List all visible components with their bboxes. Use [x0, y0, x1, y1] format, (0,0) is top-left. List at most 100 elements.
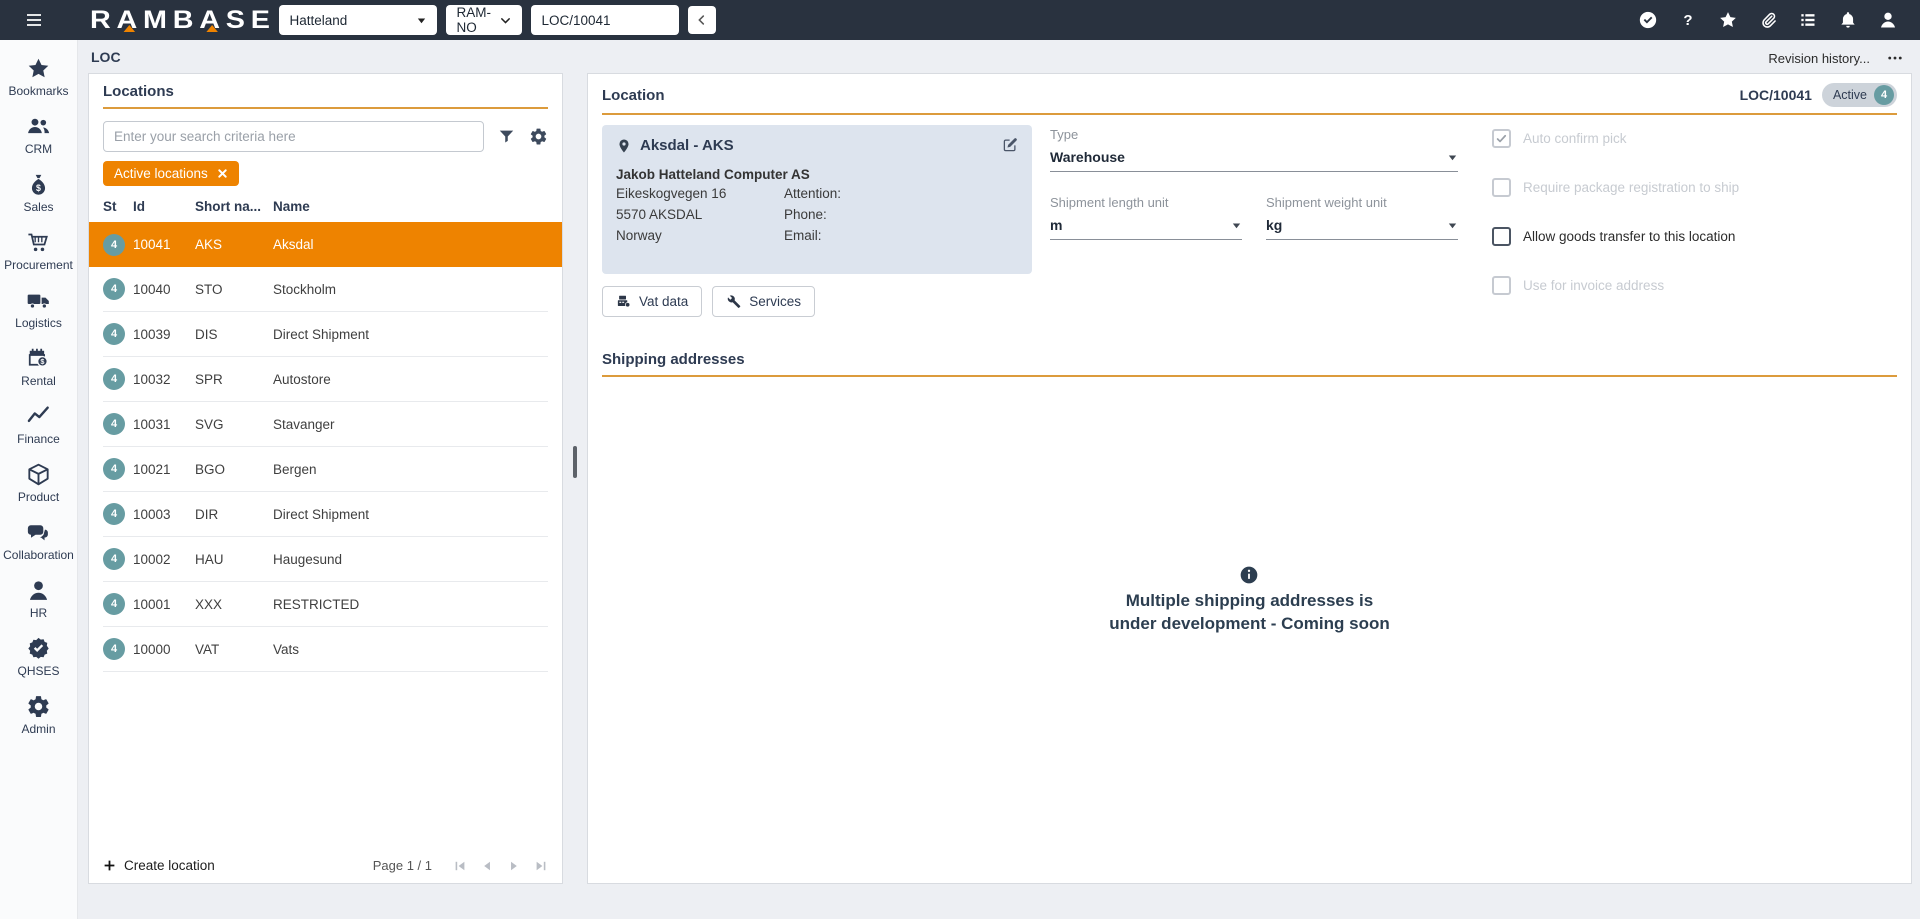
- location-row-10021[interactable]: 410021BGOBergen: [103, 447, 548, 492]
- sidebar-item-hr[interactable]: HR: [0, 572, 77, 627]
- checkbox-allow-goods-transfer-to-this-location[interactable]: Allow goods transfer to this location: [1492, 227, 1772, 246]
- chevron-left-icon: [695, 13, 709, 27]
- program-search-input[interactable]: [531, 5, 679, 35]
- company-selector[interactable]: Hatteland: [279, 5, 437, 35]
- street-address: Eikeskogvegen 16: [616, 184, 784, 205]
- chevron-down-icon: [499, 14, 512, 27]
- status-badge: 4: [103, 638, 125, 660]
- sidebar-item-finance[interactable]: Finance: [0, 398, 77, 453]
- type-dropdown[interactable]: Warehouse: [1050, 149, 1458, 172]
- user-profile-icon[interactable]: [1868, 0, 1908, 40]
- hamburger-menu-icon[interactable]: [22, 7, 48, 33]
- type-label: Type: [1050, 127, 1458, 142]
- checkbox-use-for-invoice-address: Use for invoice address: [1492, 276, 1772, 295]
- checkbox-box: [1492, 178, 1511, 197]
- sidebar-item-product[interactable]: Product: [0, 456, 77, 511]
- panel-splitter[interactable]: [563, 73, 587, 884]
- shipment-length-unit-dropdown[interactable]: m: [1050, 217, 1242, 240]
- task-list-icon[interactable]: [1788, 0, 1828, 40]
- checkbox-box[interactable]: [1492, 227, 1511, 246]
- location-id: 10003: [133, 507, 195, 522]
- phone-label: Phone:: [784, 205, 841, 226]
- checkbox-require-package-registration-to-ship: Require package registration to ship: [1492, 178, 1772, 197]
- status-badge: 4: [103, 548, 125, 570]
- status-badge: 4: [103, 234, 125, 256]
- status-badge: 4: [103, 278, 125, 300]
- checkbox-box: [1492, 129, 1511, 148]
- revision-history-link[interactable]: Revision history...: [1768, 51, 1870, 66]
- sidebar-item-admin[interactable]: Admin: [0, 688, 77, 743]
- shipment-length-unit-value: m: [1050, 217, 1062, 233]
- location-row-10040[interactable]: 410040STOStockholm: [103, 267, 548, 312]
- location-row-10000[interactable]: 410000VATVats: [103, 627, 548, 672]
- sidebar: BookmarksCRM$SalesProcurementLogistics$R…: [0, 40, 78, 919]
- approvals-icon[interactable]: [1628, 0, 1668, 40]
- next-page-icon[interactable]: [507, 859, 521, 873]
- company-selector-value: Hatteland: [289, 13, 347, 28]
- sidebar-item-collaboration[interactable]: Collaboration: [0, 514, 77, 569]
- help-icon[interactable]: ?: [1668, 0, 1708, 40]
- page-title: LOC: [91, 49, 121, 65]
- svg-text:?: ?: [1683, 12, 1692, 29]
- vat-data-button[interactable]: Vat data: [602, 286, 702, 317]
- topbar-icons: ?: [1628, 0, 1908, 40]
- active-locations-filter-chip[interactable]: Active locations: [103, 161, 239, 186]
- edit-icon[interactable]: [1001, 136, 1019, 154]
- location-row-10039[interactable]: 410039DISDirect Shipment: [103, 312, 548, 357]
- checkbox-box: [1492, 276, 1511, 295]
- chat-icon: [26, 520, 51, 545]
- system-selector[interactable]: RAM-NO: [446, 5, 522, 35]
- location-id: 10041: [133, 237, 195, 252]
- location-id: 10040: [133, 282, 195, 297]
- location-row-10032[interactable]: 410032SPRAutostore: [103, 357, 548, 402]
- location-name: Aksdal: [273, 237, 548, 252]
- sidebar-item-logistics[interactable]: Logistics: [0, 282, 77, 337]
- remove-filter-icon[interactable]: [217, 168, 228, 179]
- first-page-icon[interactable]: [453, 859, 467, 873]
- location-name: Direct Shipment: [273, 507, 548, 522]
- services-button[interactable]: Services: [712, 286, 815, 317]
- status-label: Active: [1833, 88, 1867, 102]
- people-icon: [26, 114, 51, 139]
- location-shortname: AKS: [195, 237, 273, 252]
- favorites-icon[interactable]: [1708, 0, 1748, 40]
- location-row-10002[interactable]: 410002HAUHaugesund: [103, 537, 548, 582]
- sidebar-item-qhses[interactable]: QHSES: [0, 630, 77, 685]
- column-header-name: Name: [273, 199, 548, 214]
- chart-icon: [26, 404, 51, 429]
- chevron-down-icon: [1231, 220, 1242, 231]
- create-location-button[interactable]: Create location: [103, 858, 215, 873]
- document-id: LOC/10041: [1740, 87, 1812, 103]
- back-button[interactable]: [688, 6, 716, 34]
- location-row-10003[interactable]: 410003DIRDirect Shipment: [103, 492, 548, 537]
- sidebar-item-procurement[interactable]: Procurement: [0, 224, 77, 279]
- location-row-10031[interactable]: 410031SVGStavanger: [103, 402, 548, 447]
- rambase-logo[interactable]: RAMBASE: [90, 6, 276, 35]
- locations-panel-title: Locations: [103, 83, 548, 109]
- sidebar-item-crm[interactable]: CRM: [0, 108, 77, 163]
- location-name: RESTRICTED: [273, 597, 548, 612]
- notifications-icon[interactable]: [1828, 0, 1868, 40]
- location-row-10001[interactable]: 4 10001XXXRESTRICTED: [103, 582, 548, 627]
- status-badge: 4: [103, 593, 125, 615]
- prev-page-icon[interactable]: [480, 859, 494, 873]
- sidebar-item-rental[interactable]: $Rental: [0, 340, 77, 395]
- sidebar-item-sales[interactable]: $Sales: [0, 166, 77, 221]
- last-page-icon[interactable]: [534, 859, 548, 873]
- location-shortname: XXX: [195, 597, 273, 612]
- location-id: 10001: [133, 597, 195, 612]
- status-badge: 4: [103, 368, 125, 390]
- more-menu-icon[interactable]: [1886, 49, 1904, 67]
- settings-icon[interactable]: [529, 127, 548, 146]
- attachments-icon[interactable]: [1748, 0, 1788, 40]
- sidebar-item-bookmarks[interactable]: Bookmarks: [0, 50, 77, 105]
- filter-icon[interactable]: [497, 127, 516, 146]
- status-badge: 4: [103, 413, 125, 435]
- search-input[interactable]: [103, 121, 484, 152]
- location-name: Stavanger: [273, 417, 548, 432]
- location-row-10041[interactable]: 4 10041AKSAksdal: [89, 222, 562, 267]
- shipment-weight-unit-dropdown[interactable]: kg: [1266, 217, 1458, 240]
- location-shortname: DIS: [195, 327, 273, 342]
- location-shortname: HAU: [195, 552, 273, 567]
- splitter-handle[interactable]: [573, 446, 577, 478]
